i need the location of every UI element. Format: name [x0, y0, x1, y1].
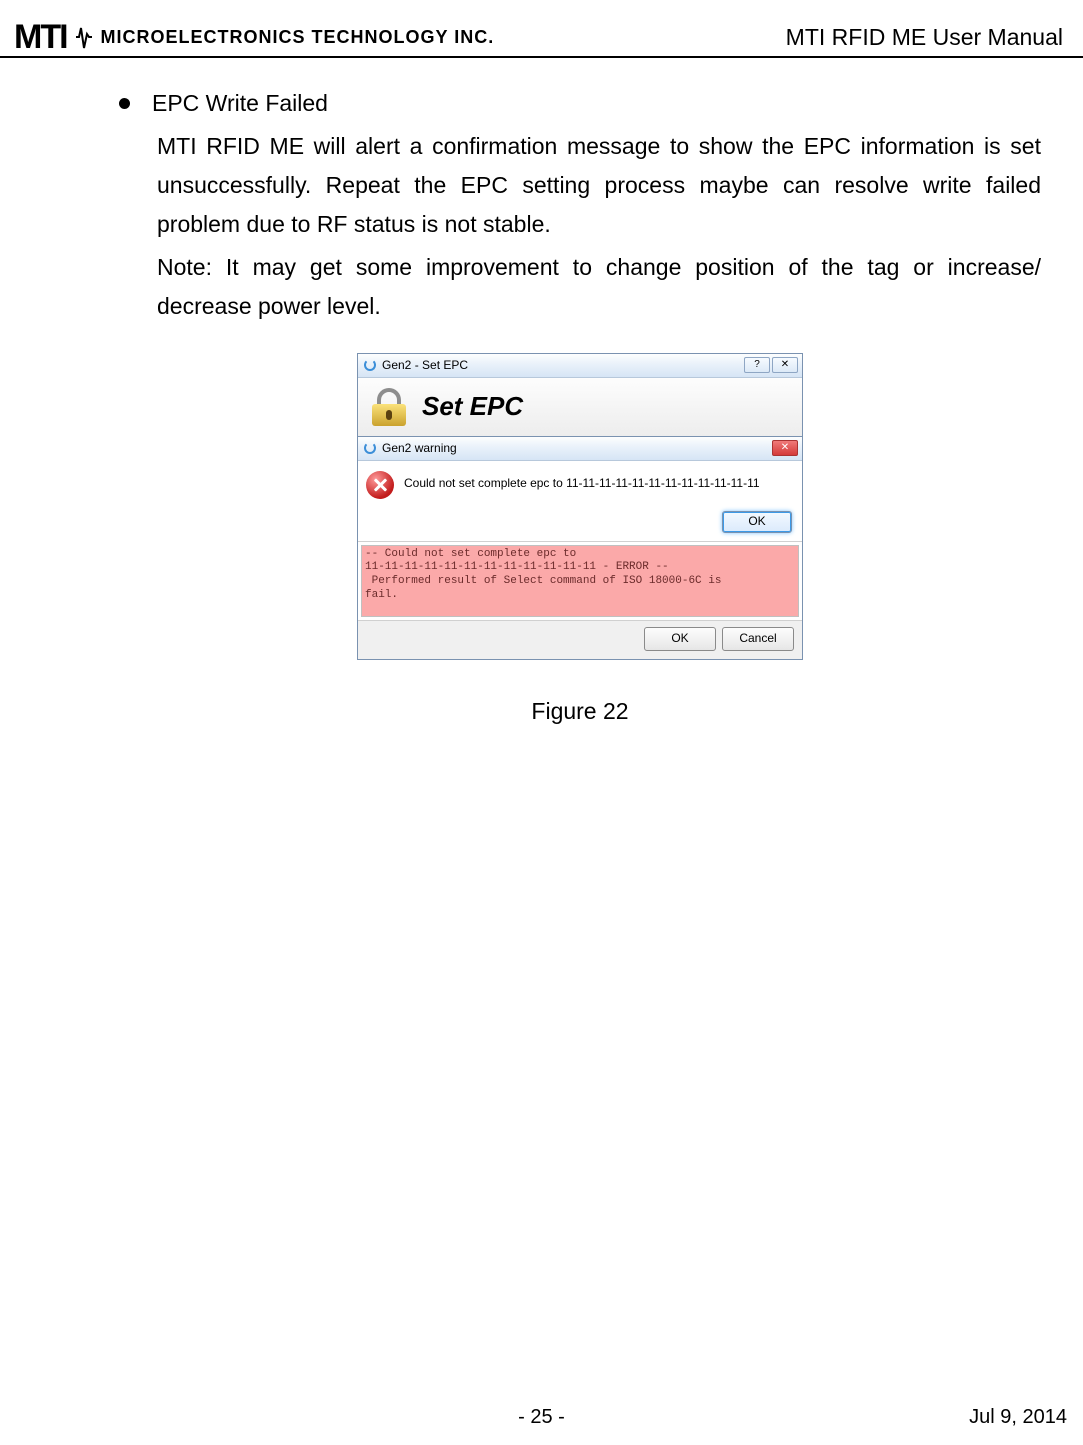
page-header: MTI Microelectronics Technology Inc. MTI…: [0, 14, 1083, 60]
titlebar-set-epc: Gen2 - Set EPC ? ✕: [358, 354, 802, 378]
dialog-warning: Gen2 warning ✕ Could not set complete ep…: [358, 436, 802, 541]
error-icon: [366, 471, 394, 499]
set-epc-heading: Set EPC: [422, 384, 523, 428]
dialog-body-set-epc: Set EPC: [358, 378, 802, 436]
warning-body: Could not set complete epc to 11-11-11-1…: [358, 461, 802, 507]
ok-button[interactable]: OK: [722, 511, 792, 533]
bullet-icon: [119, 98, 130, 109]
help-button[interactable]: ?: [744, 357, 770, 373]
log-textarea[interactable]: -- Could not set complete epc to 11-11-1…: [361, 545, 799, 617]
dialog-button-row: OK Cancel: [358, 620, 802, 659]
dialog-set-epc: Gen2 - Set EPC ? ✕ Set EPC Gen2 warning …: [357, 353, 803, 660]
bullet-row: EPC Write Failed: [119, 84, 1041, 123]
page-body: EPC Write Failed MTI RFID ME will alert …: [119, 84, 1041, 731]
dialog-title: Gen2 warning: [382, 438, 457, 458]
spinner-icon: [364, 359, 376, 371]
header-rule: [0, 56, 1083, 58]
paragraph-1: MTI RFID ME will alert a confirmation me…: [157, 127, 1041, 244]
close-button[interactable]: ✕: [772, 357, 798, 373]
lock-icon: [368, 386, 410, 428]
paragraph-2: Note: It may get some improvement to cha…: [157, 248, 1041, 326]
close-button[interactable]: ✕: [772, 440, 798, 456]
figure-caption: Figure 22: [119, 692, 1041, 731]
company-logo: MTI Microelectronics Technology Inc.: [14, 18, 494, 57]
document-title: MTI RFID ME User Manual: [786, 24, 1069, 51]
footer-date: Jul 9, 2014: [969, 1406, 1067, 1429]
titlebar-warning: Gen2 warning ✕: [358, 437, 802, 461]
page-footer: - 25 - Jul 9, 2014: [0, 1406, 1083, 1429]
warning-message: Could not set complete epc to 11-11-11-1…: [404, 471, 760, 493]
spinner-icon: [364, 442, 376, 454]
bullet-title: EPC Write Failed: [152, 84, 328, 123]
cancel-button[interactable]: Cancel: [722, 627, 794, 651]
ok-button[interactable]: OK: [644, 627, 716, 651]
logo-company-name: Microelectronics Technology Inc.: [101, 27, 495, 48]
embedded-screenshot: Gen2 - Set EPC ? ✕ Set EPC Gen2 warning …: [357, 353, 803, 660]
dialog-title: Gen2 - Set EPC: [382, 355, 468, 375]
logo-mark: MTI: [14, 18, 67, 57]
heartbeat-icon: [75, 22, 93, 52]
page-number: - 25 -: [518, 1406, 565, 1429]
